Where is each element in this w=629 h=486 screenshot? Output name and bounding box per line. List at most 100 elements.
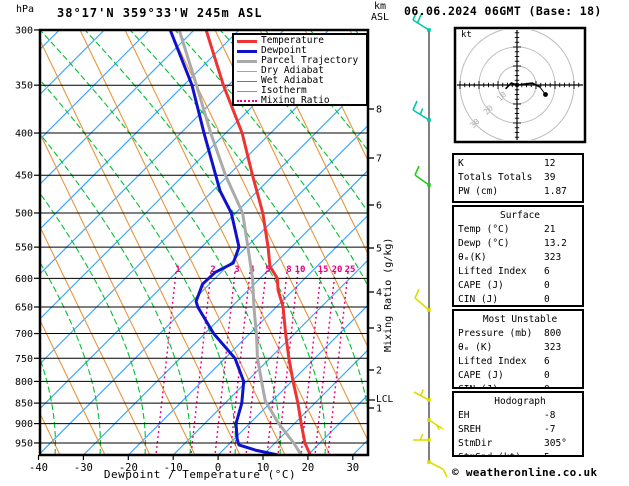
panel-row-cin-j-: CIN (J) 0 (458, 383, 582, 387)
wind-barb-shaft (412, 19, 430, 31)
mixing-ratio-value-label: 25 (345, 265, 356, 275)
altitude-tick-label: 6 (376, 201, 382, 212)
dry-adiabat-line (40, 39, 241, 455)
panel-row-value: -8 (544, 410, 556, 421)
panel-row-label: StmSpd (kt) (458, 452, 521, 455)
panel-section-title: Surface (499, 210, 541, 221)
pressure-tick-label: 650 (15, 302, 33, 313)
wind-barb-full-prong (442, 468, 448, 478)
panel-row-value: 5 (544, 451, 550, 455)
panel-row-label: PW (cm) (458, 186, 499, 197)
altitude-tick-label: 5 (376, 244, 382, 255)
altitude-tick-label: 3 (376, 324, 382, 335)
panel-row-label: θₑ (K) (458, 342, 493, 353)
legend-swatch-icon (237, 70, 257, 72)
legend-swatch-icon (237, 39, 257, 43)
copyright-text: © weatheronline.co.uk (452, 466, 598, 479)
panel-row--k-: θₑ (K) 323 (458, 341, 582, 355)
legend-swatch-icon (237, 49, 257, 53)
wind-barb-full-prong (414, 165, 420, 176)
mixing-ratio-value-label: 1 (175, 265, 180, 275)
pressure-axis-unit: hPa (16, 4, 35, 15)
panel-row-pressure-mb-: Pressure (mb) 800 (458, 327, 582, 341)
panel-row-cin-j-: CIN (J) 0 (458, 293, 582, 305)
altitude-tick-label: 2 (376, 366, 382, 377)
pressure-tick-label: 950 (15, 438, 33, 449)
panel-row-label: Temp (°C) (458, 224, 510, 235)
pressure-tick-label: 850 (15, 399, 33, 410)
panel-row-value: 6 (544, 266, 550, 277)
panel-row-pw-cm-: PW (cm) 1.87 (458, 185, 582, 199)
panel-row-label: EH (458, 410, 470, 421)
mixing-ratio-value-label: 10 (295, 265, 306, 275)
panel-row-cape-j-: CAPE (J) 0 (458, 369, 582, 383)
panel-box-surface: Surface Temp (°C) 21 Dewp (°C) 13.2 θₑ(K) 323 L… (452, 205, 584, 307)
panel-row-value: 0 (544, 280, 550, 291)
panel-row-eh: EH -8 (458, 409, 582, 423)
temperature-axis-label: Dewpoint / Temperature (°C) (103, 468, 297, 481)
panel-row-value: 323 (544, 342, 562, 353)
datetime-title: 06.06.2024 06GMT (Base: 18) (404, 4, 602, 18)
hodograph-origin-marker (515, 83, 519, 87)
pressure-tick-label: 400 (15, 129, 33, 140)
wind-barb (414, 288, 431, 312)
hodograph-end-dot (543, 92, 548, 97)
altitude-axis-unit-asl: ASL (371, 12, 390, 23)
panel-row-label: CIN (J) (458, 384, 498, 387)
pressure-tick-label: 900 (15, 419, 33, 430)
panel-row-label: Lifted Index (458, 266, 527, 277)
panel-row-label: K (458, 158, 464, 169)
panel-box-hodograph: Hodograph EH -8 SREH -7 StmDir 305° StmSpd (kt)… (452, 391, 584, 457)
panel-row-label: Totals Totals (458, 172, 533, 183)
wind-barb-shaft (428, 419, 444, 430)
panel-row-stmspd-kt-: StmSpd (kt) 5 (458, 451, 582, 455)
panel-row-value: 39 (544, 172, 556, 183)
panel-row-value: 1.87 (544, 186, 567, 197)
legend-swatch-icon (237, 100, 257, 102)
panel-row-sreh: SREH -7 (458, 423, 582, 437)
panel-row-label: θₑ(K) (458, 252, 487, 263)
panel-box-most-unstable: Most Unstable Pressure (mb) 800 θₑ (K) 323 Li… (452, 309, 584, 389)
wind-barb (412, 100, 431, 122)
wind-barb (413, 433, 431, 442)
mixing-ratio-axis-label: Mixing Ratio (g/kg) (383, 237, 394, 352)
panel-row-label: Dewp (°C) (458, 238, 510, 249)
panel-row-cape-j-: CAPE (J) 0 (458, 279, 582, 293)
hodograph-unit-label: kt (461, 30, 472, 40)
pressure-tick-label: 750 (15, 354, 33, 365)
wind-barb (427, 460, 448, 478)
panel-row-label: Pressure (mb) (458, 328, 533, 339)
pressure-tick-label: 700 (15, 329, 33, 340)
panel-row-label: Lifted Index (458, 356, 527, 367)
panel-row-value: 305° (544, 438, 567, 449)
panel-row-lifted-index: Lifted Index 6 (458, 355, 582, 369)
altitude-tick-label: 1 (376, 404, 382, 415)
lcl-marker-label: LCL (376, 394, 394, 405)
pressure-tick-label: 600 (15, 274, 33, 285)
wind-barb-half-prong (419, 108, 424, 115)
altitude-tick-label: 4 (376, 288, 382, 299)
panel-row-value: 800 (544, 328, 562, 339)
legend-swatch-icon (237, 80, 257, 82)
legend-swatch-icon (237, 59, 257, 63)
temperature-tick-label: -40 (29, 462, 48, 474)
panel-row-label: CAPE (J) (458, 280, 504, 291)
panel-row-value: 13.2 (544, 238, 567, 249)
pressure-tick-label: 550 (15, 243, 33, 254)
legend-item-mixing-ratio: Mixing Ratio (237, 96, 366, 106)
panel-row-label: CAPE (J) (458, 370, 504, 381)
panel-row-value: 21 (544, 224, 556, 235)
panel-row-temp-c-: Temp (°C) 21 (458, 223, 582, 237)
wind-barb (427, 418, 444, 431)
wind-barb-shaft (414, 297, 430, 311)
pressure-tick-label: 350 (15, 81, 33, 92)
panel-row-value: 0 (544, 294, 550, 305)
mixing-ratio-value-label: 3 (234, 265, 239, 275)
legend-swatch-icon (237, 90, 257, 92)
page-title: 38°17'N 359°33'W 245m ASL (57, 6, 263, 20)
pressure-tick-label: 500 (15, 208, 33, 219)
mixing-ratio-value-label: 15 (318, 265, 329, 275)
mixing-ratio-line (245, 271, 267, 455)
panel-row-label: StmDir (458, 438, 493, 449)
panel-row-stmdir: StmDir 305° (458, 437, 582, 451)
